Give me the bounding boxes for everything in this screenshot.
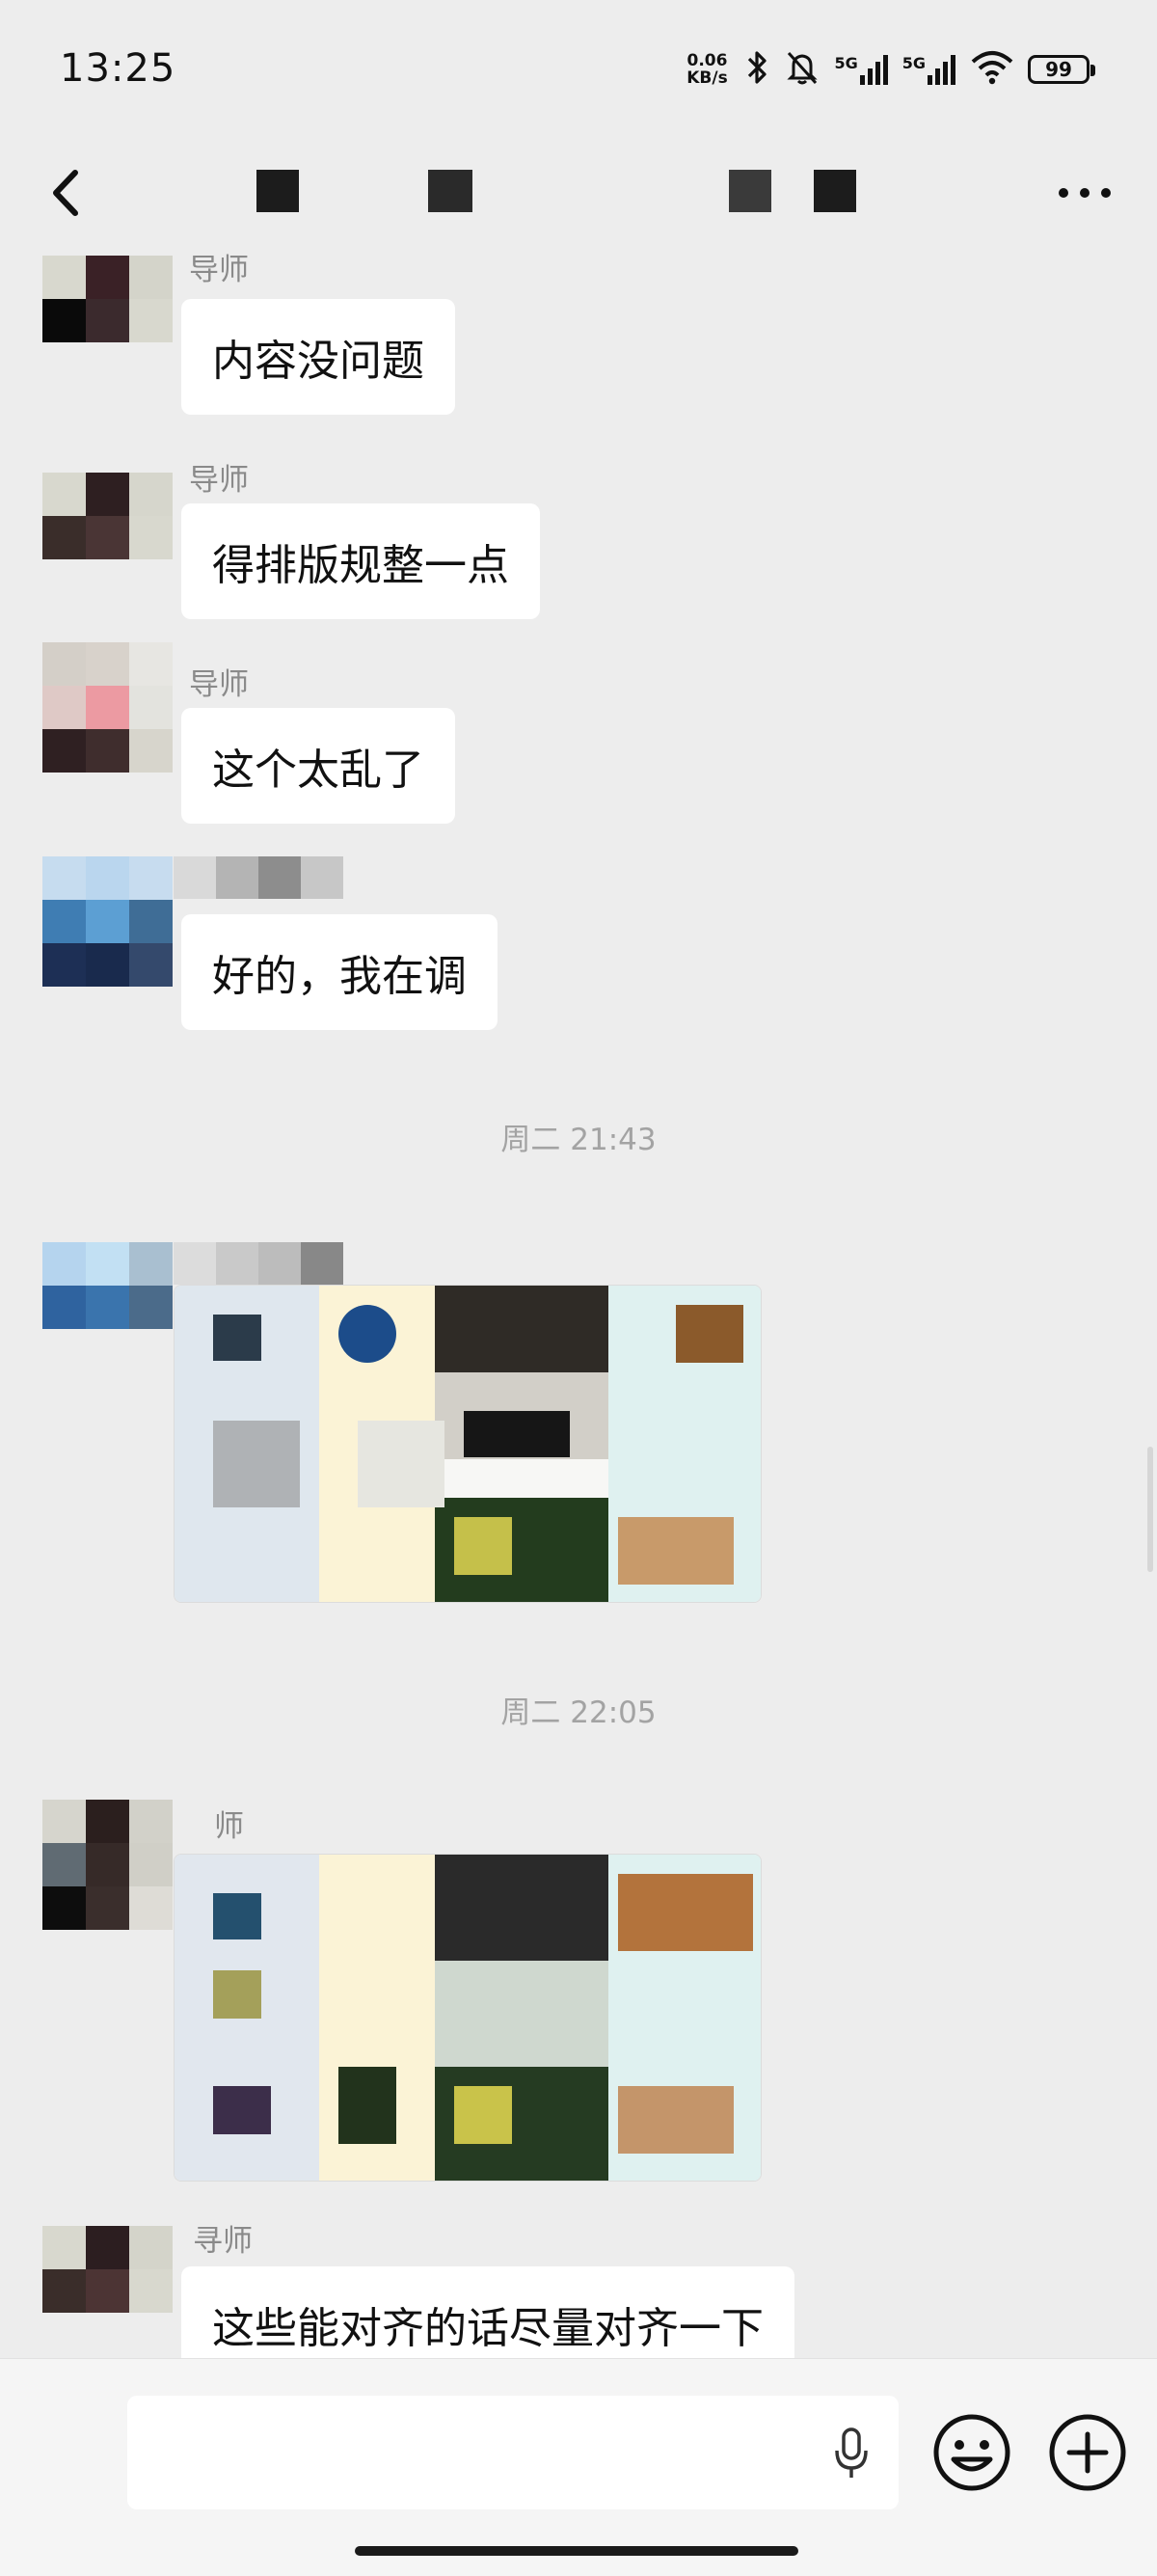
image-message[interactable] xyxy=(174,1285,762,1603)
plus-circle-icon[interactable] xyxy=(1044,2409,1131,2496)
more-dots-icon[interactable] xyxy=(1051,162,1118,224)
microphone-icon[interactable] xyxy=(824,2417,878,2490)
image-thumbnail-cell xyxy=(454,1517,512,1575)
status-time: 13:25 xyxy=(60,46,176,91)
sender-name-redacted xyxy=(174,1242,343,1285)
image-thumbnail-cell xyxy=(464,1411,570,1457)
sender-name: 导师 xyxy=(189,253,249,287)
bluetooth-icon xyxy=(745,49,770,90)
image-thumbnail-cell xyxy=(618,1517,734,1585)
chat-title-redacted xyxy=(256,170,299,212)
sender-name: 导师 xyxy=(189,463,249,498)
signal-bars-icon xyxy=(928,55,955,85)
message-timestamp: 周二 22:05 xyxy=(500,1695,657,1730)
scrollbar[interactable] xyxy=(1147,1447,1153,1572)
avatar[interactable] xyxy=(42,2226,173,2313)
battery-level: 99 xyxy=(1045,58,1072,81)
message-timestamp: 周二 21:43 xyxy=(500,1123,657,1157)
sender-name-redacted xyxy=(174,856,343,899)
message-bubble[interactable]: 好的，我在调 xyxy=(181,914,498,1030)
back-chevron-icon[interactable] xyxy=(40,154,89,231)
chat-title-redacted xyxy=(814,170,856,212)
network-speed: 0.06 KB/s xyxy=(682,52,732,87)
message-bubble[interactable]: 这个太乱了 xyxy=(181,708,455,824)
image-thumbnail-cell xyxy=(338,1305,396,1363)
avatar[interactable] xyxy=(42,1800,173,1930)
input-bar xyxy=(0,2358,1157,2576)
sim2-signal: 5G xyxy=(902,52,956,87)
home-indicator[interactable] xyxy=(355,2546,798,2556)
avatar[interactable] xyxy=(42,1242,173,1329)
image-thumbnail-cell xyxy=(213,1893,261,1939)
sender-name: 师 xyxy=(214,1809,244,1844)
image-thumbnail-cell xyxy=(213,1421,300,1507)
image-thumbnail-cell xyxy=(618,2086,734,2154)
image-thumbnail-cell xyxy=(213,1970,261,2019)
sender-name: 导师 xyxy=(189,667,249,702)
sim2-label: 5G xyxy=(901,54,926,72)
status-icons: 0.06 KB/s 5G 5G 99 xyxy=(682,48,1095,91)
image-message[interactable] xyxy=(174,1854,762,2182)
image-thumbnail-cell xyxy=(435,1961,608,2067)
status-bar: 13:25 0.06 KB/s 5G 5G 99 xyxy=(0,0,1157,135)
chat-title-redacted xyxy=(729,170,771,212)
image-thumbnail-cell xyxy=(338,2067,396,2144)
network-speed-unit: KB/s xyxy=(686,68,728,88)
avatar[interactable] xyxy=(42,473,173,559)
avatar[interactable] xyxy=(42,256,173,342)
chat-title-redacted xyxy=(428,170,472,212)
image-thumbnail-cell xyxy=(358,1421,444,1507)
message-bubble[interactable]: 得排版规整一点 xyxy=(181,503,540,619)
avatar[interactable] xyxy=(42,642,173,773)
chat-header xyxy=(0,135,1157,251)
battery-indicator: 99 xyxy=(1028,55,1095,84)
sender-name: 寻师 xyxy=(193,2224,253,2259)
image-thumbnail-cell xyxy=(435,1286,608,1372)
sim1-signal: 5G xyxy=(834,52,888,87)
image-thumbnail-cell xyxy=(213,1315,261,1361)
image-thumbnail-cell xyxy=(618,1874,753,1951)
image-thumbnail-cell xyxy=(435,1855,608,1961)
wifi-icon xyxy=(970,50,1014,89)
emoji-smile-icon[interactable] xyxy=(928,2409,1015,2496)
message-bubble[interactable]: 内容没问题 xyxy=(181,299,455,415)
image-thumbnail-cell xyxy=(454,2086,512,2144)
image-thumbnail-cell xyxy=(213,2086,271,2134)
message-input[interactable] xyxy=(127,2396,899,2509)
sim1-label: 5G xyxy=(834,54,858,72)
mute-bell-icon xyxy=(784,49,821,90)
message-list[interactable]: 导师 内容没问题 导师 得排版规整一点 导师 这个太乱了 好的，我在调 周二 2… xyxy=(0,251,1157,2382)
network-speed-value: 0.06 xyxy=(686,51,728,70)
avatar[interactable] xyxy=(42,856,173,987)
signal-bars-icon xyxy=(859,55,888,85)
image-thumbnail-cell xyxy=(676,1305,743,1363)
